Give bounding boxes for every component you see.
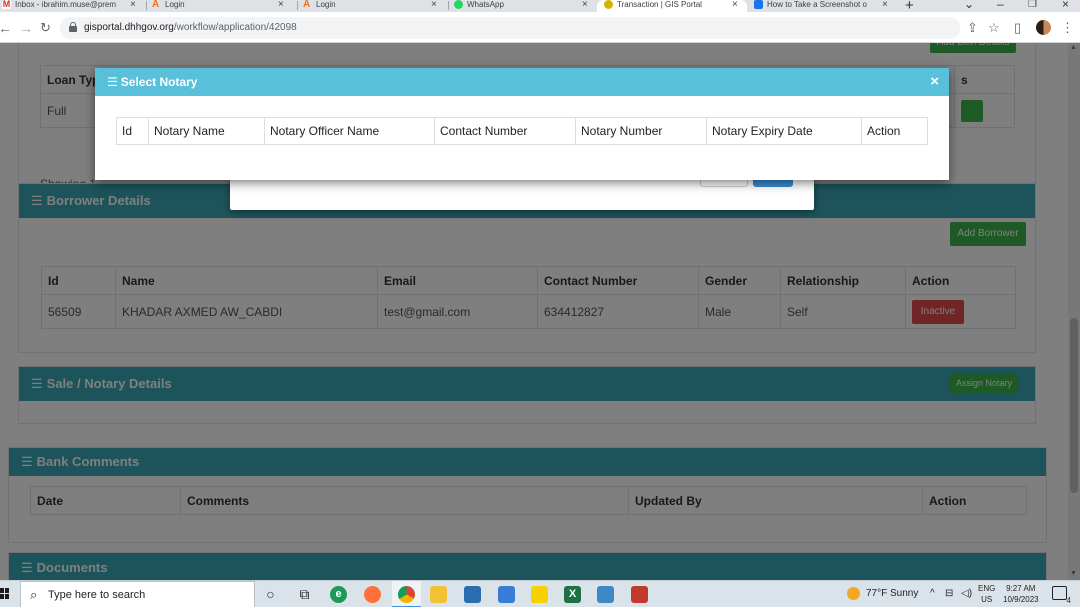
language-indicator[interactable]: ENG US <box>978 583 995 605</box>
tab-screenshot-article[interactable]: How to Take a Screenshot o × <box>754 0 894 12</box>
system-clock[interactable]: 9:27 AM 10/9/2023 <box>1003 583 1039 605</box>
chrome-icon[interactable] <box>398 586 415 603</box>
whatsapp-icon <box>454 0 463 9</box>
sticky-notes-icon[interactable] <box>531 586 548 603</box>
weather-text: Sunny <box>890 588 919 600</box>
close-icon[interactable]: × <box>130 0 136 10</box>
app-icon[interactable] <box>631 586 648 603</box>
col-notary-number: Notary Number <box>575 117 707 145</box>
file-explorer-icon[interactable] <box>430 586 447 603</box>
col-id: Id <box>116 117 149 145</box>
modal-title: Select Notary <box>120 75 198 89</box>
task-view-icon[interactable]: ⧉ <box>296 586 313 603</box>
tab-title: WhatsApp <box>467 0 504 9</box>
clock-date: 10/9/2023 <box>1003 595 1039 604</box>
close-icon[interactable]: × <box>882 0 888 10</box>
edge-icon[interactable]: e <box>330 586 347 603</box>
snipping-tool-icon[interactable] <box>498 586 515 603</box>
share-icon[interactable]: ⇪ <box>967 20 978 36</box>
menu-kebab-icon[interactable]: ⋮ <box>1061 20 1074 36</box>
url-host: gisportal.dhhgov.org <box>84 22 174 33</box>
excel-icon[interactable]: X <box>564 586 581 603</box>
lang-region: US <box>981 595 993 604</box>
sun-icon <box>847 587 860 600</box>
browser-toolbar: ← → ↻ gisportal.dhhgov.org/workflow/appl… <box>0 12 1080 43</box>
control-panel-icon[interactable] <box>597 586 614 603</box>
url-path: /workflow/application/42098 <box>173 22 297 33</box>
back-icon[interactable]: ← <box>0 20 12 36</box>
lock-icon <box>69 22 77 32</box>
clock-time: 9:27 AM <box>1006 584 1036 593</box>
forward-icon[interactable]: → <box>19 20 33 36</box>
search-placeholder: Type here to search <box>48 589 146 601</box>
profile-avatar[interactable] <box>1036 20 1051 35</box>
tab-title: How to Take a Screenshot o <box>767 0 867 9</box>
modal-header: ☰ Select Notary × <box>95 68 949 96</box>
tab-title: Login <box>316 0 336 9</box>
col-notary-expiry-date: Notary Expiry Date <box>706 117 862 145</box>
article-icon <box>754 0 763 9</box>
select-notary-modal: ☰ Select Notary × Id Notary Name Notary O… <box>95 68 949 180</box>
tab-title: Inbox - ibrahim.muse@prem <box>15 0 117 9</box>
tab-search-chevron-icon[interactable]: ⌄ <box>964 0 974 11</box>
url-text: gisportal.dhhgov.org/workflow/applicatio… <box>84 22 297 33</box>
notary-table: Id Notary Name Notary Officer Name Conta… <box>116 117 928 145</box>
windows-taskbar: ⌕ Type here to search ○ ⧉ e X 77°F Sunny… <box>0 580 1080 607</box>
bookmark-star-icon[interactable]: ☆ <box>988 20 1000 36</box>
lang-code: ENG <box>978 584 996 593</box>
notification-count: 4 <box>1066 596 1071 605</box>
browser-tab-bar: M Inbox - ibrahim.muse@prem × A Login × AL… <box>0 0 1080 12</box>
notification-icon[interactable]: 4 <box>1052 586 1071 605</box>
login-logo-icon: A <box>152 0 160 10</box>
tab-title: Login <box>165 0 185 9</box>
weather-widget[interactable]: 77°F Sunny <box>847 587 918 600</box>
tab-login-1[interactable]: A Login × <box>152 0 292 12</box>
login-logo-icon: A <box>303 0 311 10</box>
col-contact-number: Contact Number <box>434 117 576 145</box>
network-icon[interactable]: ⊟ <box>945 588 953 599</box>
reload-icon[interactable]: ↻ <box>40 20 51 36</box>
gis-portal-icon <box>604 0 613 9</box>
col-notary-officer-name: Notary Officer Name <box>264 117 435 145</box>
col-action: Action <box>861 117 928 145</box>
tray-chevron-icon[interactable]: ^ <box>930 588 935 599</box>
side-panel-icon[interactable]: ▯ <box>1014 20 1021 36</box>
close-icon[interactable]: × <box>431 0 437 10</box>
close-icon[interactable]: × <box>732 0 738 10</box>
restore-icon[interactable]: ❐ <box>1028 0 1037 10</box>
notary-header-row: Id Notary Name Notary Officer Name Conta… <box>116 117 928 145</box>
search-icon: ⌕ <box>30 587 38 602</box>
close-icon[interactable]: × <box>582 0 588 10</box>
weather-temp: 77°F <box>866 588 888 600</box>
new-tab-icon[interactable]: + <box>905 0 914 12</box>
firefox-icon[interactable] <box>364 586 381 603</box>
address-bar[interactable]: gisportal.dhhgov.org/workflow/applicatio… <box>60 17 960 39</box>
tab-whatsapp[interactable]: WhatsApp × <box>454 0 594 12</box>
windows-start-icon[interactable] <box>0 588 10 600</box>
tab-gmail[interactable]: M Inbox - ibrahim.muse@prem × <box>2 0 142 12</box>
close-icon[interactable]: × <box>278 0 284 10</box>
gmail-icon: M <box>2 0 11 9</box>
tab-login-2[interactable]: A Login × <box>303 0 443 12</box>
volume-icon[interactable]: ◁) <box>961 588 972 599</box>
store-icon[interactable] <box>464 586 481 603</box>
list-icon: ☰ <box>107 75 118 89</box>
taskbar-search-input[interactable]: ⌕ Type here to search <box>20 581 255 607</box>
cortana-icon[interactable]: ○ <box>262 586 279 603</box>
col-notary-name: Notary Name <box>148 117 265 145</box>
minimize-icon[interactable]: – <box>997 0 1004 11</box>
window-close-icon[interactable]: × <box>1062 0 1069 11</box>
tab-gis-portal[interactable]: Transaction | GIS Portal × <box>597 0 747 12</box>
close-icon[interactable]: × <box>930 68 939 96</box>
tab-title: Transaction | GIS Portal <box>617 0 702 9</box>
